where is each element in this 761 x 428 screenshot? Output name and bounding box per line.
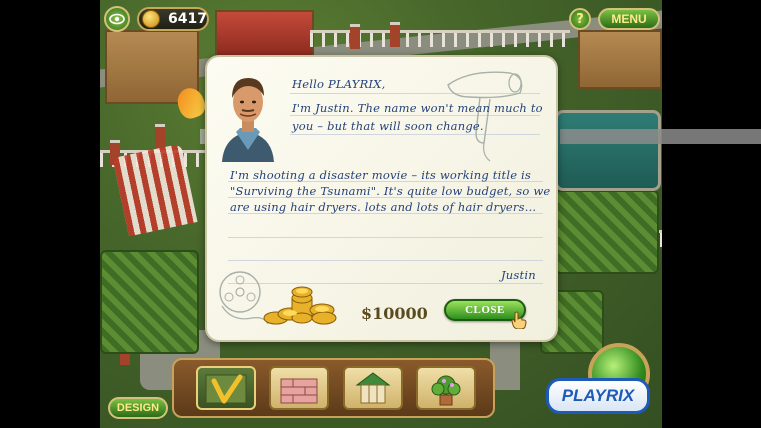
coin-icon	[142, 10, 160, 28]
menu-button[interactable]: MENU	[598, 8, 660, 30]
pond	[555, 110, 661, 191]
gazebo-roof	[215, 10, 314, 59]
hedge-maze	[550, 190, 659, 274]
letter-text-line: are using hair dryers. lots and lots of …	[230, 200, 537, 214]
letter-text-line: I'm Justin. The name won't mean much to	[292, 101, 543, 115]
pillar	[390, 22, 400, 47]
gazebo-tool-icon	[355, 372, 391, 404]
letter-text-line: I'm shooting a disaster movie – its work…	[230, 168, 532, 182]
design-button[interactable]: DESIGN	[108, 397, 168, 419]
letter-signature: Justin	[501, 268, 536, 282]
pillar	[350, 24, 360, 49]
wall-tool-button[interactable]	[269, 366, 329, 410]
pillar	[155, 124, 165, 149]
justin-portrait	[222, 78, 274, 162]
overlay-strip	[560, 129, 761, 144]
gazebo-tool-button[interactable]	[343, 366, 403, 410]
hedge-maze	[100, 250, 199, 354]
hand-cursor-icon	[511, 311, 527, 329]
fence	[310, 30, 570, 47]
eye-icon-glyph	[109, 13, 125, 25]
check-tool-button[interactable]	[196, 366, 256, 410]
wall-tool-icon	[280, 378, 318, 404]
letter-rule	[228, 260, 543, 261]
help-button[interactable]: ?	[569, 8, 591, 30]
playrix-logo[interactable]: PLAYRIX	[546, 378, 650, 414]
letter-text-line: you – but that will soon change.	[292, 119, 484, 133]
plant-tool-icon	[431, 375, 461, 406]
coin-counter: 6417	[137, 7, 209, 31]
reward-amount: $10000	[361, 304, 428, 323]
coin-count: 6417	[168, 11, 207, 27]
coin-stack-icon	[263, 286, 337, 325]
plant-tool-button[interactable]	[416, 366, 476, 410]
letter-greeting: Hello PLAYRIX,	[292, 77, 386, 91]
letter-rule	[228, 237, 543, 238]
letter-text-line: "Surviving the Tsunami". It's quite low …	[230, 184, 551, 198]
garden-house	[578, 30, 662, 89]
check-tool-icon	[205, 374, 247, 404]
eye-icon[interactable]	[104, 6, 130, 32]
